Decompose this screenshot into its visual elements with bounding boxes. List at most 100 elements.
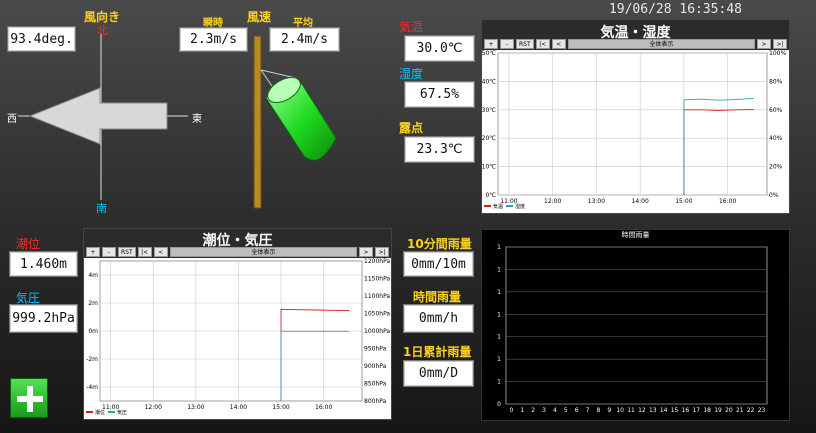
temp-humidity-chart-panel: 気温・湿度 + - RST |< < 全体表示 > >| 50℃ 40℃ 30℃ 20… — [481, 19, 790, 214]
temp-humidity-toolbar: + - RST |< < 全体表示 > >| — [484, 39, 787, 49]
y-right-tick-label: 850hPa — [364, 381, 387, 388]
pressure-value: 999.2hPa — [9, 304, 78, 333]
prev-button[interactable]: < — [551, 39, 566, 49]
add-button[interactable] — [10, 378, 48, 418]
x-tick-label: 13 — [649, 407, 657, 414]
zoom-in-button[interactable]: + — [484, 39, 498, 49]
wind-speed-label: 風速 — [247, 10, 272, 24]
x-tick-label: 21 — [736, 407, 744, 414]
y-tick-label: 0 — [497, 401, 501, 408]
y-left-tick-label: 20℃ — [482, 135, 496, 142]
plus-icon — [17, 386, 43, 412]
y-right-tick-label: 0% — [769, 192, 779, 199]
wind-sock — [253, 35, 337, 209]
tide-pressure-svg: 4m 2m 0m -2m -4m 1200hPa 1150hPa 1100hPa 1050hPa… — [86, 258, 390, 416]
plot-area — [497, 52, 768, 196]
x-tick-label: 9 — [607, 407, 611, 414]
x-tick-label: 15 — [671, 407, 679, 414]
y-left-tick-label: 40℃ — [482, 78, 496, 85]
tide-pressure-chart-panel: 潮位・気圧 + - RST |< < 全体表示 > >| 4m 2m 0m -2m -4… — [83, 228, 392, 420]
reset-button[interactable]: RST — [118, 247, 136, 257]
dew-value: 23.3℃ — [404, 136, 475, 163]
x-tick-label: 17 — [692, 407, 700, 414]
y-right-tick-label: 800hPa — [364, 398, 387, 405]
y-tick-label: 1 — [497, 311, 501, 318]
x-tick-label: 10 — [616, 407, 624, 414]
y-left-tick-label: 4m — [88, 272, 98, 279]
tide-pressure-toolbar: + - RST |< < 全体表示 > >| — [86, 247, 389, 257]
rain-day-value: 0mm/D — [403, 360, 474, 387]
y-tick-label: 1 — [497, 266, 501, 273]
y-tick-label: 1 — [497, 289, 501, 296]
x-tick-label: 12:00 — [145, 404, 162, 411]
hourly-rain-chart-panel: 時間雨量 1 1 1 1 1 1 1 0 0 1 2 3 4 5 6 7 8 9 10 11 12 13 14 15 16 17 1… — [481, 229, 790, 421]
y-left-tick-label: 50℃ — [482, 50, 496, 57]
zoom-in-button[interactable]: + — [86, 247, 100, 257]
x-tick-label: 11 — [627, 407, 635, 414]
x-tick-label: 5 — [564, 407, 568, 414]
y-right-tick-label: 20% — [769, 164, 783, 171]
x-tick-label: 12:00 — [544, 198, 561, 205]
prev-button[interactable]: < — [153, 247, 168, 257]
datetime: 19/06/28 16:35:48 — [608, 2, 742, 17]
x-tick-label: 18 — [703, 407, 711, 414]
x-tick-label: 16:00 — [719, 198, 736, 205]
y-right-tick-label: 1000hPa — [364, 328, 390, 335]
tide-value: 1.460m — [9, 251, 78, 277]
legend-label: 湿度 — [515, 203, 525, 210]
rain-day-label: 1日累計雨量 — [403, 345, 472, 359]
y-left-tick-label: 0℃ — [485, 192, 496, 199]
y-right-tick-label: 100% — [769, 50, 786, 57]
y-left-tick-label: 2m — [88, 300, 98, 307]
last-button[interactable]: >| — [773, 39, 787, 49]
legend-swatch — [86, 411, 93, 413]
legend-swatch — [108, 411, 115, 413]
y-tick-label: 1 — [497, 356, 501, 363]
tide-pressure-plot: 4m 2m 0m -2m -4m 1200hPa 1150hPa 1100hPa 1050hPa… — [84, 258, 391, 419]
reset-button[interactable]: RST — [516, 39, 534, 49]
y-tick-label: 1 — [497, 379, 501, 386]
y-right-tick-label: 40% — [769, 135, 783, 142]
legend-swatch — [484, 205, 491, 207]
x-tick-label: 8 — [597, 407, 601, 414]
rain-10min-label: 10分間雨量 — [407, 237, 472, 251]
zoom-out-button[interactable]: - — [500, 39, 514, 49]
x-tick-label: 3 — [542, 407, 546, 414]
x-tick-label: 14:00 — [632, 198, 649, 205]
next-button[interactable]: > — [359, 247, 373, 257]
y-right-tick-label: 1150hPa — [364, 276, 390, 283]
last-button[interactable]: >| — [375, 247, 389, 257]
x-tick-label: 15:00 — [272, 404, 289, 411]
x-tick-label: 16 — [682, 407, 690, 414]
x-tick-label: 15:00 — [675, 198, 692, 205]
x-tick-label: 6 — [575, 407, 579, 414]
temp-label: 気温 — [399, 20, 424, 34]
x-tick-label: 20 — [725, 407, 733, 414]
x-tick-label: 14 — [660, 407, 668, 414]
show-all-button[interactable]: 全体表示 — [567, 39, 755, 49]
y-right-tick-label: 900hPa — [364, 363, 387, 370]
x-tick-label: 2 — [531, 407, 535, 414]
x-tick-label: 23 — [758, 407, 766, 414]
zoom-out-button[interactable]: - — [102, 247, 116, 257]
y-right-tick-label: 80% — [769, 78, 783, 85]
y-right-tick-label: 1200hPa — [364, 258, 390, 265]
x-tick-label: 12 — [638, 407, 646, 414]
x-tick-label: 22 — [747, 407, 755, 414]
first-button[interactable]: |< — [535, 39, 550, 49]
hourly-rain-svg: 111111100 1 2 3 4 5 6 7 8 9 10 11 12 13 14 15 16 17 18 19 20… — [497, 244, 768, 414]
wind-direction-arrow — [28, 87, 168, 145]
legend-label: 気圧 — [117, 409, 127, 416]
plot-area — [505, 246, 768, 405]
x-tick-label: 13:00 — [187, 404, 204, 411]
wind-instant-value: 2.3m/s — [179, 27, 248, 52]
temp-humidity-svg: 50℃40℃30℃20℃10℃0℃100%80%60%40%20%0%11:00… — [482, 50, 787, 210]
temp-humidity-plot: 50℃ 40℃ 30℃ 20℃ 10℃ 0℃ 100% 80% 60% 40% 20% 0% 11:00… — [482, 50, 789, 213]
humidity-value: 67.5% — [404, 81, 475, 108]
x-tick-label: 19 — [714, 407, 722, 414]
show-all-button[interactable]: 全体表示 — [169, 247, 357, 257]
first-button[interactable]: |< — [137, 247, 152, 257]
next-button[interactable]: > — [757, 39, 771, 49]
rain-10min-value: 0mm/10m — [403, 251, 474, 277]
y-tick-label: 1 — [497, 334, 501, 341]
